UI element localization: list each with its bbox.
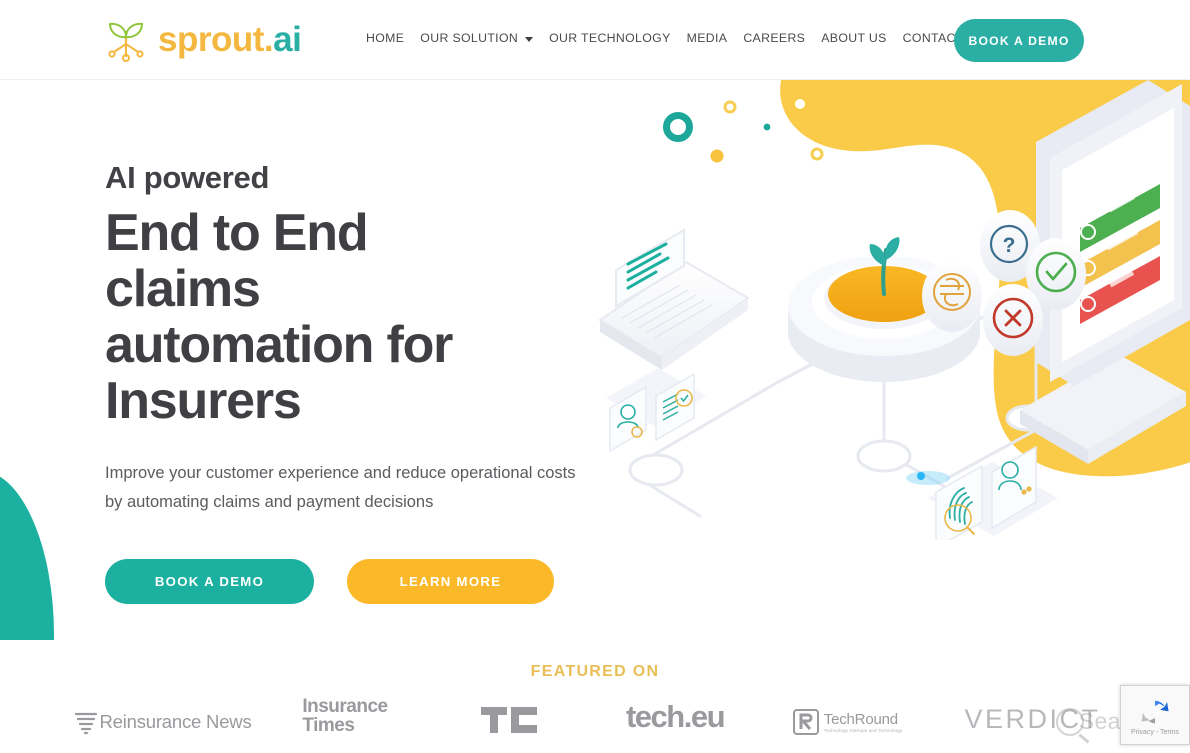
reinsurance-news-icon bbox=[75, 713, 98, 735]
main-navigation: HOME OUR SOLUTION OUR TECHNOLOGY MEDIA C… bbox=[366, 31, 993, 45]
hero-cta-row: BOOK A DEMO LEARN MORE bbox=[105, 559, 605, 605]
hero-book-a-demo-button[interactable]: BOOK A DEMO bbox=[105, 559, 314, 605]
logo-text-dot: . bbox=[263, 19, 274, 59]
logo-text-sprout: sprout bbox=[158, 19, 264, 59]
page-root: sprout.ai HOME OUR SOLUTION OUR TECHNOLO… bbox=[0, 0, 1190, 753]
hero-copy: AI powered End to End claims automation … bbox=[105, 160, 605, 605]
press-logo-label: Reinsurance News bbox=[99, 711, 252, 733]
press-logo-insurance-times[interactable]: Insurance Times bbox=[263, 696, 428, 736]
featured-on-title: FEATURED ON bbox=[530, 663, 660, 680]
techround-icon bbox=[792, 709, 819, 736]
nav-label: OUR TECHNOLOGY bbox=[549, 31, 671, 45]
logo-text-ai: ai bbox=[273, 19, 302, 59]
fingerprint-and-person-cards bbox=[928, 445, 1058, 540]
page-title: End to End claims automation for Insurer… bbox=[105, 203, 453, 431]
hero-eyebrow: AI powered bbox=[105, 160, 270, 195]
nav-item-about-us[interactable]: ABOUT US bbox=[813, 31, 894, 45]
header-book-a-demo-button[interactable]: BOOK A DEMO bbox=[954, 19, 1084, 62]
decorative-dots-group bbox=[663, 99, 824, 163]
press-logo-label: TechRound bbox=[823, 710, 898, 728]
search-watermark-icon bbox=[1056, 708, 1084, 736]
hero-subcopy: Improve your customer experience and red… bbox=[105, 464, 576, 511]
hero-learn-more-button[interactable]: LEARN MORE bbox=[347, 559, 554, 605]
cross-badge bbox=[983, 284, 1043, 356]
nav-label: OUR SOLUTION bbox=[420, 31, 519, 45]
press-logo-reinsurance-news[interactable]: Reinsurance News bbox=[63, 709, 263, 735]
press-logo-techcrunch[interactable] bbox=[428, 705, 593, 735]
svg-text:?: ? bbox=[1003, 234, 1016, 257]
recaptcha-badge[interactable]: Privacy - Terms bbox=[1120, 685, 1190, 745]
press-logo-label-line2: Times bbox=[302, 714, 355, 736]
recaptcha-icon bbox=[1141, 700, 1169, 723]
press-logo-verdict[interactable]: VERDICT bbox=[938, 704, 1128, 735]
featured-on-section: FEATURED ON Reinsurance News Insurance T… bbox=[0, 640, 1190, 753]
press-logo-techround[interactable]: TechRound Technology Startups and Techno… bbox=[758, 709, 938, 736]
laptop-icon bbox=[598, 228, 750, 370]
techcrunch-icon bbox=[481, 707, 537, 734]
chevron-down-icon bbox=[525, 36, 534, 42]
nav-label: HOME bbox=[366, 31, 405, 45]
logo[interactable]: sprout.ai bbox=[104, 16, 302, 62]
nav-label: CAREERS bbox=[743, 31, 806, 45]
coin-badge bbox=[922, 260, 982, 332]
nav-item-home[interactable]: HOME bbox=[366, 31, 412, 45]
nav-item-our-technology[interactable]: OUR TECHNOLOGY bbox=[541, 31, 679, 45]
press-logo-tagline: Technology Startups and Technology bbox=[823, 727, 903, 733]
nav-label: MEDIA bbox=[686, 31, 728, 45]
site-header: sprout.ai HOME OUR SOLUTION OUR TECHNOLO… bbox=[0, 0, 1190, 80]
teal-blob-decoration bbox=[0, 470, 54, 640]
press-logo-label-line1: Insurance bbox=[302, 696, 388, 717]
press-logo-label: tech.eu bbox=[625, 699, 726, 735]
nav-item-careers[interactable]: CAREERS bbox=[735, 31, 813, 45]
recaptcha-privacy-terms: Privacy - Terms bbox=[1130, 728, 1180, 736]
nav-label: ABOUT US bbox=[821, 31, 887, 45]
nav-item-media[interactable]: MEDIA bbox=[679, 31, 736, 45]
logo-text: sprout.ai bbox=[158, 19, 302, 59]
press-logo-tech-eu[interactable]: tech.eu bbox=[593, 699, 758, 735]
press-logo-row: Reinsurance News Insurance Times tech.eu… bbox=[0, 696, 1190, 736]
document-cards-left bbox=[606, 368, 706, 453]
nav-item-our-solution[interactable]: OUR SOLUTION bbox=[412, 31, 541, 45]
sprout-seedling-icon bbox=[104, 16, 148, 62]
glow-node bbox=[906, 471, 950, 485]
hero-section: ? AI powered End to End claims automatio… bbox=[0, 80, 1190, 640]
